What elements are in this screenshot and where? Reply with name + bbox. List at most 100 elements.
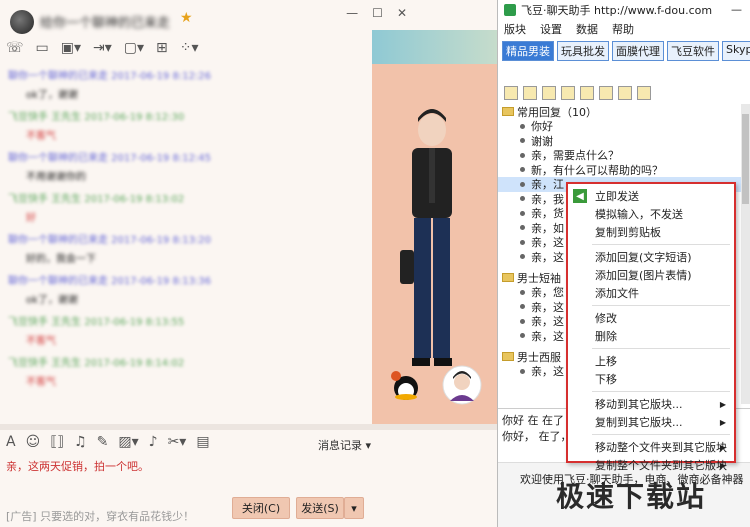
history-button[interactable]: 消息记录 ▾: [318, 437, 371, 453]
context-menu-item[interactable]: 下移: [568, 370, 734, 388]
folder-icon: [502, 352, 514, 361]
tree-scrollbar[interactable]: [741, 104, 750, 404]
menu-item[interactable]: 版块: [504, 21, 526, 37]
maximize-icon[interactable]: ☐: [372, 6, 383, 20]
close-icon[interactable]: ✕: [397, 6, 407, 20]
folder-icon: [502, 107, 514, 116]
emoji-icon[interactable]: ☺: [26, 434, 41, 450]
context-menu-label: 修改: [595, 312, 617, 325]
minimize-icon[interactable]: —: [346, 6, 358, 20]
open-folder-icon[interactable]: [561, 86, 575, 100]
watermark: 极速下载站: [556, 480, 707, 513]
menu-item[interactable]: 设置: [540, 21, 562, 37]
star-folder-icon[interactable]: [542, 86, 556, 100]
pen-icon[interactable]: ✎: [97, 434, 109, 450]
message-body[interactable]: 不客气: [0, 330, 372, 351]
delete-icon[interactable]: [618, 86, 632, 100]
message-body[interactable]: ok了，谢谢: [0, 289, 372, 310]
scroll-thumb[interactable]: [742, 114, 749, 204]
contact-name[interactable]: 给你一个聊神的已来走: [40, 12, 170, 31]
message-body[interactable]: 不客气: [0, 125, 372, 146]
contact-avatar-icon[interactable]: [442, 365, 482, 405]
message-body[interactable]: ok了，谢谢: [0, 84, 372, 105]
context-menu-item[interactable]: 添加文件: [568, 284, 734, 302]
ad-tip[interactable]: [广告] 只要选的对，穿衣有品花钱少！: [6, 508, 194, 524]
context-menu-item[interactable]: 删除: [568, 327, 734, 345]
apps-icon[interactable]: ⁘▾: [180, 40, 199, 56]
message-header: 聊你一个聊神的已来走 2017-06-19 8:13:36: [8, 276, 212, 287]
tab[interactable]: 飞豆软件: [667, 41, 719, 61]
menu-item[interactable]: 帮助: [612, 21, 634, 37]
image-icon[interactable]: ▨▾: [118, 434, 138, 450]
tab[interactable]: 精品男装: [502, 41, 554, 61]
fd-tabs: 精品男装玩具批发面膜代理飞豆软件Skype: [498, 38, 750, 64]
avatar[interactable]: [10, 10, 34, 34]
context-menu-item[interactable]: 添加回复(文字短语): [568, 248, 734, 266]
context-menu-item[interactable]: 添加回复(图片表情): [568, 266, 734, 284]
send-icon: ◀: [573, 189, 587, 203]
bullet-icon: [520, 289, 525, 295]
message-body[interactable]: 不客气: [0, 371, 372, 392]
send-button[interactable]: 发送(S): [296, 497, 344, 519]
context-menu-item[interactable]: 复制整个文件夹到其它版块 ▶: [568, 456, 734, 474]
context-menu-item[interactable]: 复制到其它版块... ▶: [568, 413, 734, 431]
font-icon[interactable]: A: [6, 434, 16, 450]
context-menu-item[interactable]: 复制到剪贴板: [568, 223, 734, 241]
context-menu-label: 复制整个文件夹到其它版块: [595, 459, 727, 472]
qq-penguin-icon[interactable]: [390, 370, 422, 402]
message-header: 飞豆快手 王先生 2017-06-19 8:14:02: [8, 358, 185, 369]
tab[interactable]: 面膜代理: [612, 41, 664, 61]
input-divider[interactable]: [0, 424, 497, 430]
music-icon[interactable]: ♪: [149, 434, 158, 450]
fd-title: 飞豆·聊天助手 http://www.f-dou.com: [521, 4, 713, 17]
context-menu-item[interactable]: 移动到其它版块... ▶: [568, 395, 734, 413]
archive-icon[interactable]: ▤: [196, 434, 209, 450]
scissors-icon[interactable]: ✂▾: [168, 434, 187, 450]
message-header: 飞豆快手 王先生 2017-06-19 8:13:02: [8, 194, 185, 205]
bullet-icon: [520, 254, 525, 260]
send-options-button[interactable]: ▾: [344, 497, 364, 519]
add-file-icon[interactable]: [580, 86, 594, 100]
context-menu-item[interactable]: ◀ 立即发送: [568, 187, 734, 205]
add-member-icon[interactable]: ⊞: [156, 40, 168, 56]
message-header: 飞豆快手 王先生 2017-06-19 8:13:55: [8, 317, 185, 328]
tree-folder[interactable]: 常用回复（10）: [498, 104, 741, 119]
close-button[interactable]: 关闭(C): [232, 497, 290, 519]
context-menu-label: 上移: [595, 355, 617, 368]
ad-panel[interactable]: [372, 30, 497, 430]
screen-share-icon[interactable]: ▣▾: [61, 40, 81, 56]
chat-history[interactable]: 聊你一个聊神的已来走 2017-06-19 8:12:26 ok了，谢谢 飞豆快手 …: [0, 64, 372, 424]
transfer-icon[interactable]: ⇥▾: [93, 40, 112, 56]
context-menu-item[interactable]: 修改: [568, 309, 734, 327]
bullet-icon: [520, 152, 525, 158]
message-body[interactable]: 不用谢谢你的: [0, 166, 372, 187]
submenu-arrow-icon: ▶: [719, 417, 726, 427]
remote-icon[interactable]: ▢▾: [124, 40, 144, 56]
window-controls: — ☐ ✕: [346, 6, 407, 20]
context-menu-item[interactable]: 上移: [568, 352, 734, 370]
message-body[interactable]: 好的，我会一下: [0, 248, 372, 269]
menu-item[interactable]: 数据: [576, 21, 598, 37]
video-icon[interactable]: ▭: [36, 40, 49, 56]
add-star-icon[interactable]: [523, 86, 537, 100]
tab[interactable]: 玩具批发: [557, 41, 609, 61]
tree-item[interactable]: 谢谢: [498, 134, 741, 149]
edit-icon[interactable]: [599, 86, 613, 100]
bullet-icon: [520, 304, 525, 310]
fd-minimize-icon[interactable]: —: [731, 3, 742, 16]
tree-item[interactable]: 新，有什么可以帮助的吗？: [498, 163, 741, 178]
bullet-icon: [520, 239, 525, 245]
context-menu-item[interactable]: 模拟输入，不发送: [568, 205, 734, 223]
copy-icon[interactable]: [637, 86, 651, 100]
message-body[interactable]: 好: [0, 207, 372, 228]
voice-icon[interactable]: ♫: [74, 434, 87, 450]
phone-icon[interactable]: ☏: [6, 40, 24, 56]
new-folder-icon[interactable]: [504, 86, 518, 100]
message-input[interactable]: 亲，这两天促销，拍一个吧。: [6, 458, 149, 474]
shake-icon[interactable]: ⟦⟧: [50, 434, 64, 450]
tree-item[interactable]: 亲，需要点什么？: [498, 148, 741, 163]
context-menu-item[interactable]: 移动整个文件夹到其它版块 ▶: [568, 438, 734, 456]
message-header: 聊你一个聊神的已来走 2017-06-19 8:12:26: [8, 71, 212, 82]
tree-item[interactable]: 你好: [498, 119, 741, 134]
tab[interactable]: Skype: [722, 41, 750, 61]
